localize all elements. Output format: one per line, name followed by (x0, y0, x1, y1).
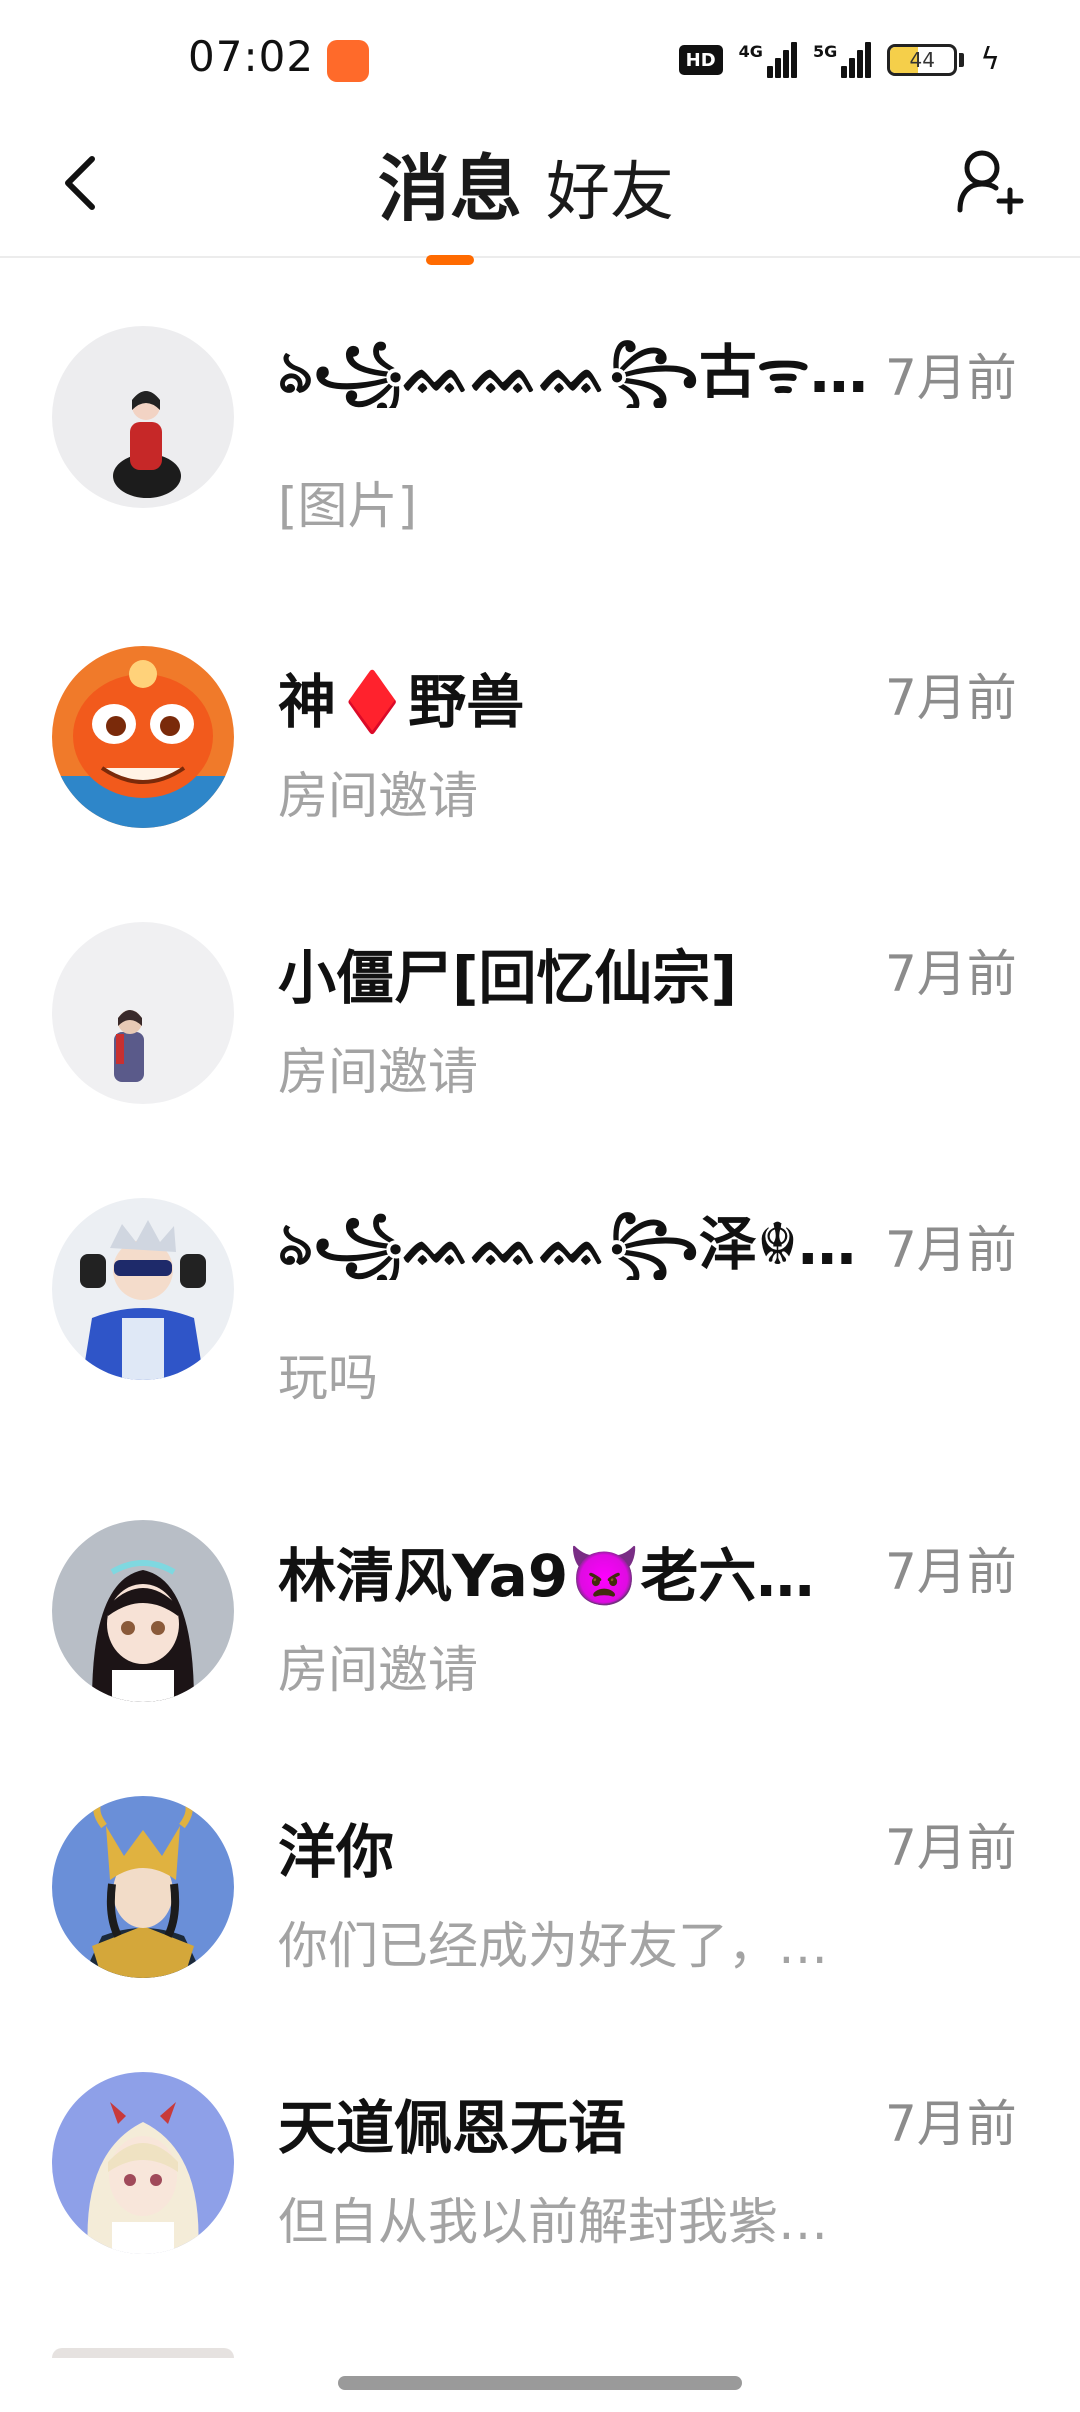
conversation-time: 7月前 (885, 2095, 1017, 2153)
avatar (52, 646, 234, 828)
conversation-name: 神♦️野兽 (278, 668, 525, 736)
tab-messages-label: 消息 (378, 147, 523, 231)
conversation-time: 7月前 (885, 1543, 1017, 1601)
tab-friends-label: 好友 (546, 156, 675, 230)
conversation-name: 天道佩恩无语 (278, 2094, 627, 2162)
conversation-time: 7月前 (885, 669, 1017, 727)
tab-friends[interactable]: 好友 (546, 141, 674, 233)
signal-4g-icon: 4G (739, 42, 797, 78)
conversation-preview: 房间邀请 (278, 1043, 478, 1101)
conversation-time: 7月前 (885, 1221, 1017, 1279)
avatar (52, 1796, 234, 1978)
avatar (52, 1520, 234, 1702)
conversation-time: 7月前 (885, 349, 1017, 407)
back-button[interactable] (50, 148, 110, 218)
conversation-item[interactable]: 神♦️野兽 7月前 房间邀请 (0, 646, 1080, 856)
status-indicators: HD 4G 5G 44 ϟ (678, 38, 1000, 82)
conversation-preview: [图片] (278, 477, 418, 535)
conversation-time: 7月前 (885, 1819, 1017, 1877)
avatar (52, 1198, 234, 1380)
conversation-preview: 你们已经成为好友了，… (278, 1917, 828, 1975)
tab-messages[interactable]: 消息 (378, 130, 523, 265)
status-bar: 07:02 HD 4G 5G 44 ϟ (0, 0, 1080, 120)
conversation-item[interactable]: ঌ꧁ᨐᨐᨐ꧂古ᯤ兹꧁ᨐᨐᨐ꧂… 7月前 [图片] (0, 326, 1080, 596)
avatar (52, 2348, 234, 2358)
conversation-time: 7月前 (885, 945, 1017, 1003)
conversation-name: ঌ꧁ᨐᨐᨐ꧂古ᯤ兹꧁ᨐᨐᨐ꧂… (278, 338, 868, 406)
conversation-preview: 但自从我以前解封我紫… (278, 2193, 828, 2251)
avatar (52, 922, 234, 1104)
battery-cap (959, 53, 965, 67)
chevron-left-icon (65, 156, 95, 210)
signal-5g-icon: 5G (812, 42, 872, 78)
tab-bar: 消息 好友 (378, 130, 674, 265)
avatar (52, 2072, 234, 2254)
add-user-icon (957, 150, 1024, 215)
conversation-preview: 玩吗 (278, 1349, 378, 1407)
conversation-name: ঌ꧁ᨐᨐᨐ꧂泽☬川꧁ᨐᨐᨐ꧂… (278, 1210, 868, 1278)
conversation-name: 林清风Ya9👿老六… (278, 1542, 815, 1610)
conversation-item[interactable] (0, 2348, 1080, 2358)
header: 消息 好友 (0, 120, 1080, 265)
conversation-item[interactable]: 小僵尸[回忆仙宗] 7月前 房间邀请 (0, 922, 1080, 1132)
conversation-preview: 房间邀请 (278, 1641, 478, 1699)
conversation-item[interactable]: 天道佩恩无语 7月前 但自从我以前解封我紫… (0, 2072, 1080, 2282)
status-time: 07:02 (188, 32, 315, 81)
add-friend-button[interactable] (950, 142, 1030, 222)
conversation-preview: 房间邀请 (278, 767, 478, 825)
battery-icon: 44 (887, 44, 958, 76)
conversation-item[interactable]: 林清风Ya9👿老六… 7月前 房间邀请 (0, 1520, 1080, 1730)
battery-level: 44 (909, 48, 935, 72)
conversation-name: 洋你 (278, 1818, 395, 1886)
conversation-item[interactable]: 洋你 7月前 你们已经成为好友了，… (0, 1796, 1080, 2006)
network-4g-label: 4G (738, 42, 763, 61)
network-5g-label: 5G (812, 42, 838, 61)
app-notification-icon (327, 40, 369, 82)
conversation-name: 小僵尸[回忆仙宗] (278, 944, 738, 1012)
hd-icon: HD (678, 45, 723, 75)
conversation-item[interactable]: ঌ꧁ᨐᨐᨐ꧂泽☬川꧁ᨐᨐᨐ꧂… 7月前 玩吗 (0, 1198, 1080, 1468)
charging-icon: ϟ (980, 42, 1000, 77)
conversation-list: ঌ꧁ᨐᨐᨐ꧂古ᯤ兹꧁ᨐᨐᨐ꧂… 7月前 [图片] 神♦️野兽 7月前 房间邀请 (0, 258, 1080, 2358)
avatar (52, 326, 234, 508)
home-indicator[interactable] (338, 2376, 742, 2390)
